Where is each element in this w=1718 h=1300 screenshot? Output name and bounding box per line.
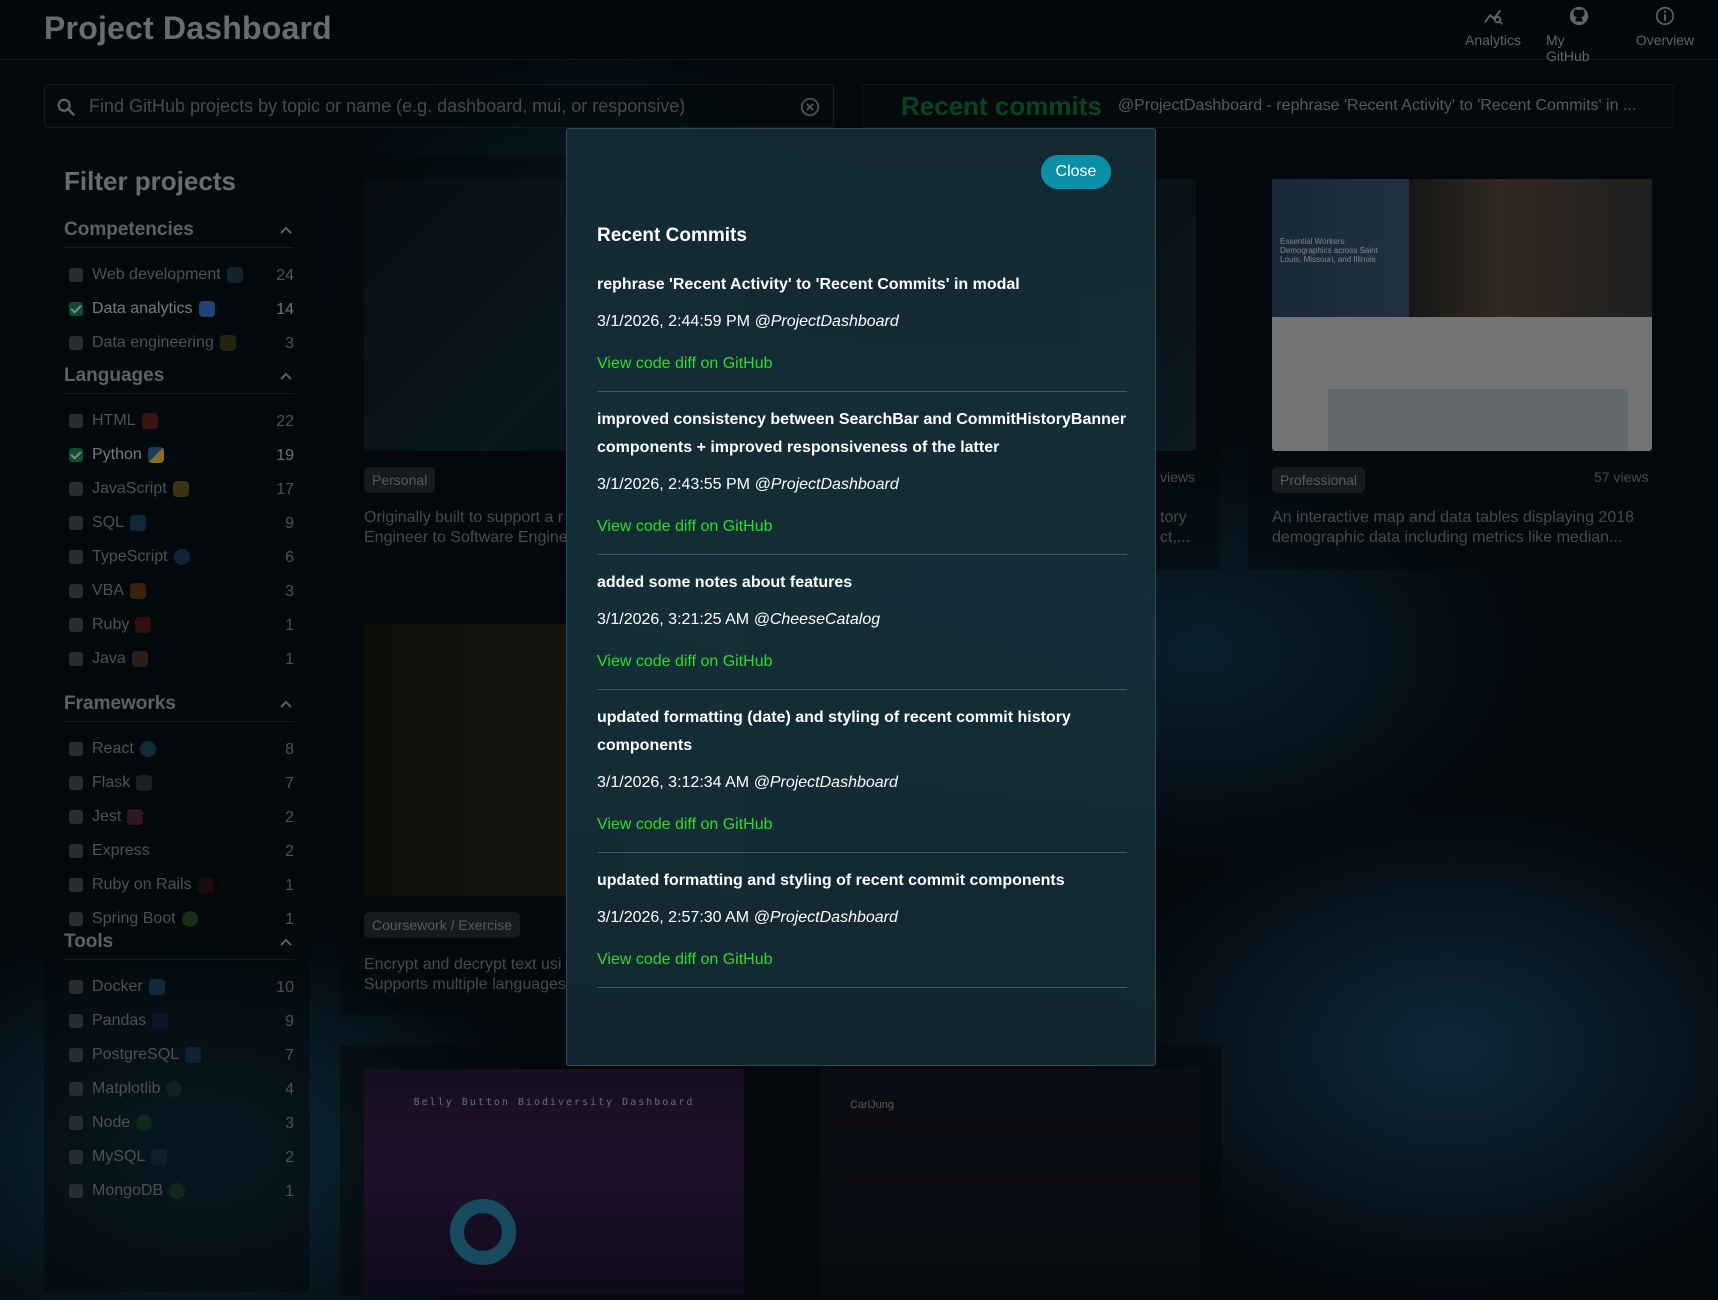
commit-meta: 3/1/2026, 2:44:59 PM @ProjectDashboard: [597, 313, 1127, 335]
commit-date: 3/1/2026, 3:12:34 AM: [597, 774, 750, 791]
commit-author: @ProjectDashboard: [753, 909, 898, 926]
view-diff-link[interactable]: View code diff on GitHub: [597, 518, 1127, 540]
commit-item: updated formatting and styling of recent…: [597, 867, 1127, 988]
view-diff-link[interactable]: View code diff on GitHub: [597, 951, 1127, 973]
commit-author: @CheeseCatalog: [753, 611, 881, 628]
commit-list: rephrase 'Recent Activity' to 'Recent Co…: [597, 271, 1127, 1002]
view-diff-link[interactable]: View code diff on GitHub: [597, 816, 1127, 838]
commit-message: updated formatting and styling of recent…: [597, 872, 1065, 889]
commit-message: improved consistency between SearchBar a…: [597, 411, 1127, 456]
modal-title: Recent Commits: [597, 225, 747, 246]
recent-commits-modal: Close Recent Commits rephrase 'Recent Ac…: [566, 128, 1156, 1066]
commit-author: @ProjectDashboard: [754, 476, 899, 493]
commit-meta: 3/1/2026, 3:21:25 AM @CheeseCatalog: [597, 611, 1127, 633]
commit-item: improved consistency between SearchBar a…: [597, 406, 1127, 555]
close-button[interactable]: Close: [1041, 155, 1111, 189]
commit-date: 3/1/2026, 2:57:30 AM: [597, 909, 750, 926]
commit-message: updated formatting (date) and styling of…: [597, 709, 1071, 754]
dashboard-page: Project Dashboard Analytics My GitHub Ov…: [0, 0, 1718, 1300]
commit-item: rephrase 'Recent Activity' to 'Recent Co…: [597, 271, 1127, 392]
commit-meta: 3/1/2026, 3:12:34 AM @ProjectDashboard: [597, 774, 1127, 796]
commit-date: 3/1/2026, 2:44:59 PM: [597, 313, 750, 330]
commit-date: 3/1/2026, 2:43:55 PM: [597, 476, 750, 493]
view-diff-link[interactable]: View code diff on GitHub: [597, 355, 1127, 377]
commit-meta: 3/1/2026, 2:57:30 AM @ProjectDashboard: [597, 909, 1127, 931]
commit-author: @ProjectDashboard: [753, 774, 898, 791]
commit-item: updated formatting (date) and styling of…: [597, 704, 1127, 853]
commit-message: added some notes about features: [597, 574, 853, 591]
commit-date: 3/1/2026, 3:21:25 AM: [597, 611, 750, 628]
commit-message: rephrase 'Recent Activity' to 'Recent Co…: [597, 276, 1020, 293]
commit-meta: 3/1/2026, 2:43:55 PM @ProjectDashboard: [597, 476, 1127, 498]
commit-item: added some notes about features 3/1/2026…: [597, 569, 1127, 690]
view-diff-link[interactable]: View code diff on GitHub: [597, 653, 1127, 675]
commit-author: @ProjectDashboard: [754, 313, 899, 330]
